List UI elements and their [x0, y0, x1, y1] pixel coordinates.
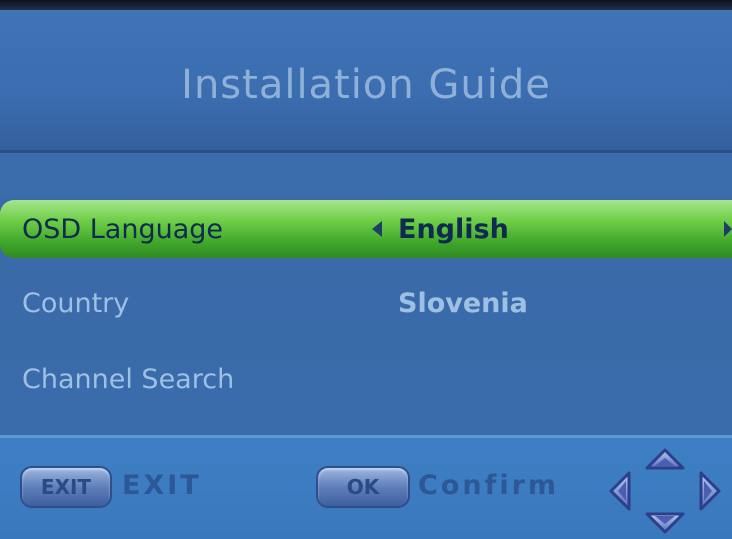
arrow-left-icon[interactable] — [372, 221, 382, 237]
title-bar: Installation Guide — [0, 10, 732, 153]
confirm-hint-label: Confirm — [418, 470, 560, 501]
menu-item-label: OSD Language — [22, 213, 224, 245]
dpad-navigation-icon — [609, 448, 721, 534]
menu-item-label: Channel Search — [22, 363, 235, 395]
menu-item-label: Country — [22, 287, 130, 319]
menu-item-value: Slovenia — [398, 287, 528, 319]
ok-key-button[interactable]: OK — [316, 466, 410, 508]
arrow-right-icon[interactable] — [724, 221, 732, 237]
screen-bezel — [0, 0, 732, 10]
exit-hint-label: EXIT — [122, 470, 202, 501]
menu-item-value: English — [398, 213, 509, 245]
exit-key-button[interactable]: EXIT — [20, 466, 112, 508]
ok-key-text: OK — [346, 475, 380, 499]
installation-guide-screen: Installation Guide OSD Language English … — [0, 10, 732, 539]
exit-key-text: EXIT — [40, 475, 92, 499]
page-title: Installation Guide — [181, 62, 551, 108]
menu-item-country[interactable]: Country Slovenia — [0, 274, 732, 332]
footer-help-bar: EXIT EXIT OK Confirm — [0, 435, 732, 539]
spacer-band — [0, 153, 732, 195]
menu-item-osd-language[interactable]: OSD Language English — [0, 200, 732, 258]
menu-item-channel-search[interactable]: Channel Search — [0, 350, 732, 408]
